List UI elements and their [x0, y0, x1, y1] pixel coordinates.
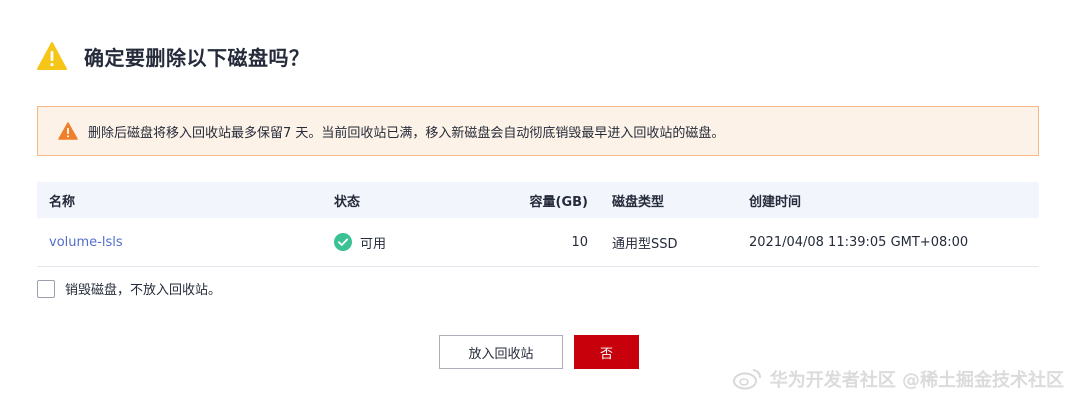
delete-disk-dialog: 确定要删除以下磁盘吗？ 删除后磁盘将移入回收站最多保留7 天。当前回收站已满，移… [0, 0, 1078, 406]
check-circle-icon [334, 233, 352, 251]
header-type: 磁盘类型 [612, 194, 665, 210]
warning-alert: 删除后磁盘将移入回收站最多保留7 天。当前回收站已满，移入新磁盘会自动彻底销毁最… [37, 106, 1039, 156]
status-text: 可用 [360, 236, 387, 252]
cell-size: 10 [571, 234, 588, 250]
alert-warning-icon [58, 122, 78, 140]
cell-status: 可用 [322, 218, 477, 266]
header-name: 名称 [49, 194, 76, 210]
destroy-option: 销毁磁盘，不放入回收站。 [37, 279, 221, 298]
cell-created: 2021/04/08 11:39:05 GMT+08:00 [749, 234, 969, 250]
watermark: 华为开发者社区 @稀土掘金技术社区 [732, 366, 1064, 392]
weibo-icon [732, 369, 761, 390]
move-to-recycle-bin-button[interactable]: 放入回收站 [439, 335, 563, 369]
dialog-title: 确定要删除以下磁盘吗？ [84, 45, 310, 70]
disk-name-link[interactable]: volume-lsls [49, 235, 123, 250]
disk-table: 名称 状态 容量(GB) 磁盘类型 创建时间 volume-lsls 可用 10… [37, 182, 1039, 267]
header-created: 创建时间 [749, 194, 802, 210]
warning-icon [37, 42, 67, 70]
header-status: 状态 [334, 194, 361, 210]
table-row: volume-lsls 可用 10 通用型SSD 2021/04/08 11:3… [37, 218, 1039, 267]
watermark-text: 华为开发者社区 @稀土掘金技术社区 [769, 370, 1064, 391]
alert-message: 删除后磁盘将移入回收站最多保留7 天。当前回收站已满，移入新磁盘会自动彻底销毁最… [88, 125, 725, 141]
table-header: 名称 状态 容量(GB) 磁盘类型 创建时间 [37, 182, 1039, 218]
header-size: 容量(GB) [529, 194, 588, 210]
destroy-disk-checkbox[interactable] [37, 279, 55, 298]
cell-type: 通用型SSD [612, 236, 678, 252]
destroy-disk-label[interactable]: 销毁磁盘，不放入回收站。 [65, 279, 221, 298]
cell-name: volume-lsls [37, 218, 322, 266]
dialog-header: 确定要删除以下磁盘吗？ [36, 36, 310, 76]
no-button[interactable]: 否 [574, 335, 639, 369]
